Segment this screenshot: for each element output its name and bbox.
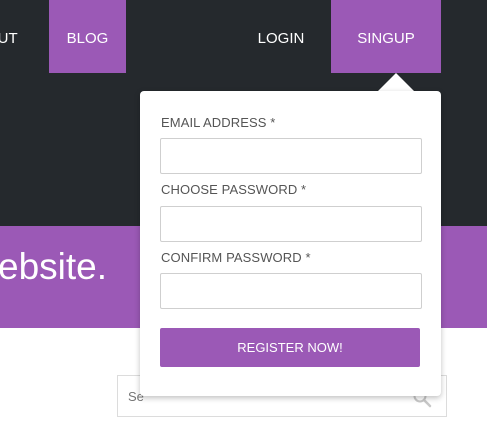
password-field[interactable]	[160, 206, 422, 242]
nav-item-login[interactable]: LOGIN	[246, 0, 316, 73]
nav-item-about[interactable]: OUT	[0, 0, 36, 73]
email-label: EMAIL ADDRESS *	[161, 115, 276, 130]
email-field[interactable]	[160, 138, 422, 174]
nav-item-signup[interactable]: SINGUP	[331, 0, 441, 73]
hero-heading: ebsite.	[0, 246, 108, 287]
confirm-password-field[interactable]	[160, 273, 422, 309]
password-label: CHOOSE PASSWORD *	[161, 182, 307, 197]
signup-dropdown-panel: EMAIL ADDRESS * CHOOSE PASSWORD * CONFIR…	[140, 91, 441, 396]
register-button[interactable]: REGISTER NOW!	[160, 328, 420, 367]
confirm-password-label: CONFIRM PASSWORD *	[161, 250, 311, 265]
dropdown-caret	[378, 73, 414, 91]
nav-item-blog[interactable]: BLOG	[49, 0, 126, 73]
